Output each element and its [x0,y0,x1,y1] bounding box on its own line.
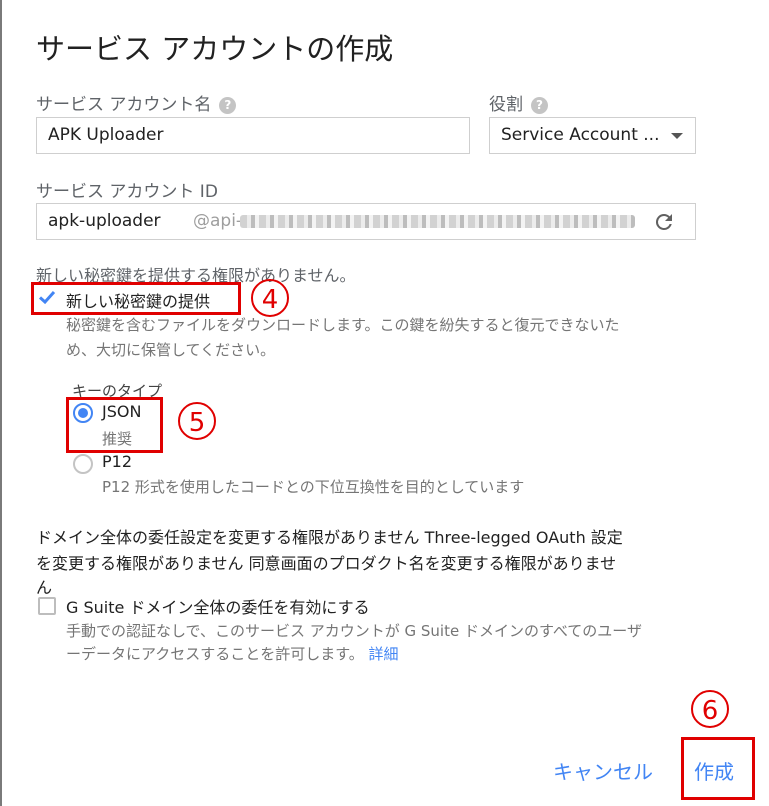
redacted-domain [240,215,635,228]
annotation-step5-badge: 5 [178,402,216,440]
window-edge [0,0,2,806]
account-id-label: サービス アカウント ID [36,182,218,202]
delegation-description-line1: 手動での認証なしで、このサービス アカウントが G Suite ドメインのすべて… [66,622,643,640]
help-circle-icon[interactable]: ? [531,97,548,114]
chevron-down-icon [671,133,683,139]
new-key-description-line2: め、大切に保管してください。 [66,341,276,359]
details-link[interactable]: 詳細 [369,645,399,663]
radio-p12[interactable] [73,454,93,474]
delegation-notice-line1: ドメイン全体の委任設定を変更する権限がありません Three-legged OA… [36,528,623,547]
account-id-value: apk-uploader [48,211,161,231]
annotation-box-step5 [66,397,163,453]
new-key-description-line1: 秘密鍵を含むファイルをダウンロードします。この鍵を紛失すると復元できないた [66,316,620,334]
annotation-step6-badge: 6 [691,690,729,728]
cancel-button[interactable]: キャンセル [553,756,653,785]
delegation-notice-line2: を変更する権限がありません 同意画面のプロダクト名を変更する権限がありませ [36,554,617,573]
annotation-box-step4 [31,282,241,315]
refresh-icon[interactable] [652,210,676,234]
delegation-checkbox-label[interactable]: G Suite ドメイン全体の委任を有効にする [66,594,370,618]
account-name-label: サービス アカウント名? [36,90,237,115]
dialog-title: サービス アカウントの作成 [36,32,394,66]
role-selected-value: Service Account ... [501,125,660,145]
delegation-description-line2: ーデータにアクセスすることを許可します。 詳細 [66,645,399,663]
annotation-step4-badge: 4 [251,279,289,317]
account-name-value: APK Uploader [48,125,164,145]
account-id-domain: @api- [193,211,243,231]
radio-p12-label[interactable]: P12 [102,452,132,471]
create-button[interactable]: 作成 [694,756,734,785]
role-label: 役割? [489,90,548,115]
radio-p12-sub: P12 形式を使用したコードとの下位互換性を目的としています [102,478,525,496]
delegation-checkbox[interactable] [38,597,56,615]
help-circle-icon[interactable]: ? [219,97,237,114]
